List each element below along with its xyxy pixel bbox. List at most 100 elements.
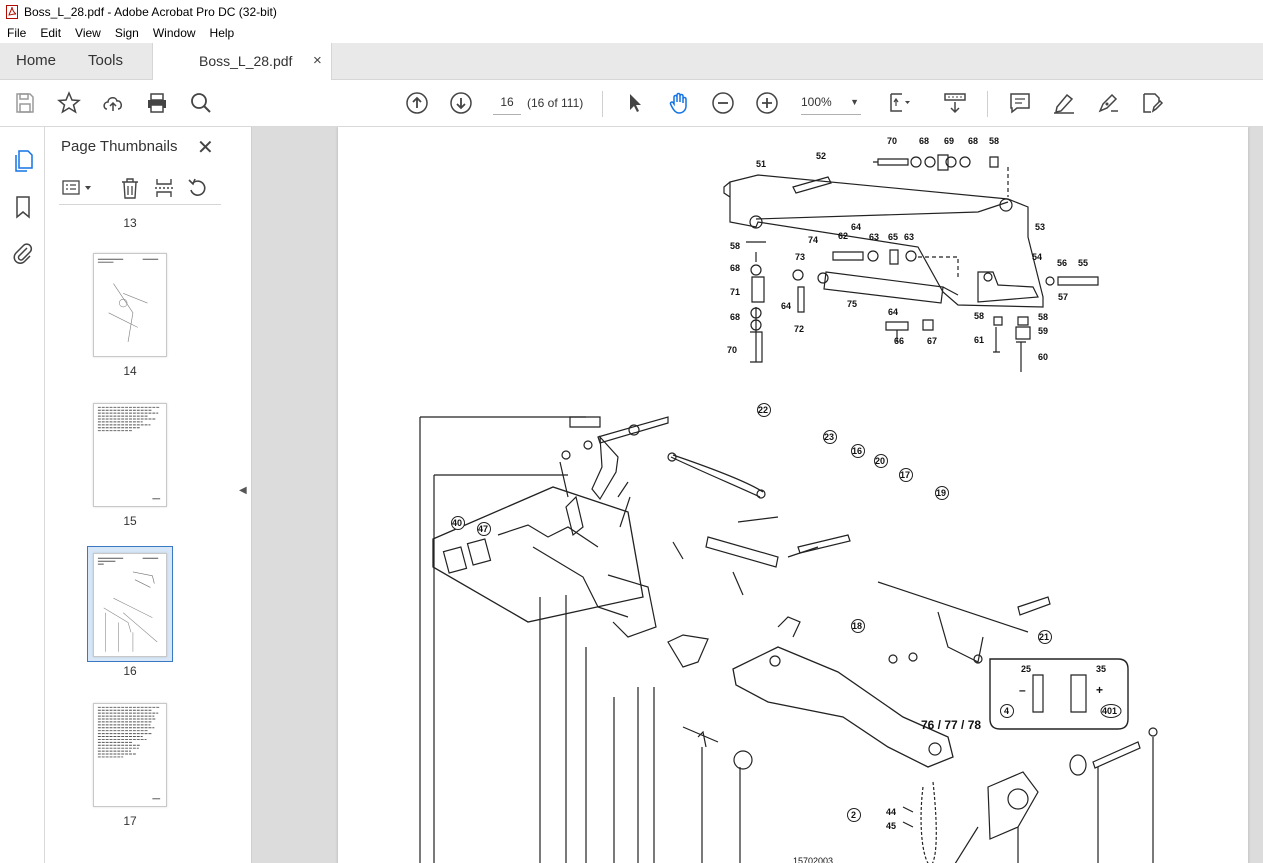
callout-20: 20 (874, 454, 888, 468)
label-66: 66 (894, 336, 904, 346)
insert-page-icon[interactable] (153, 177, 175, 199)
acrobat-logo-icon (6, 4, 18, 19)
label-68: 68 (730, 312, 740, 322)
label-75: 75 (847, 299, 857, 309)
callout-47: 47 (477, 522, 491, 536)
toolbar-divider (602, 91, 603, 117)
label-76-77-78: 76 / 77 / 78 (921, 718, 981, 732)
scrolling-mode-icon[interactable] (943, 91, 967, 115)
comment-icon[interactable] (1008, 91, 1032, 115)
label-68: 68 (919, 136, 929, 146)
callout-40: 40 (451, 516, 465, 530)
menu-help[interactable]: Help (203, 26, 242, 40)
cloud-upload-icon[interactable] (101, 91, 125, 115)
panel-collapse-handle[interactable]: ◀ (235, 127, 252, 863)
svg-text:40: 40 (452, 518, 462, 528)
bookmarks-icon[interactable] (11, 195, 35, 219)
previous-page-icon[interactable] (405, 91, 429, 115)
label-58: 58 (730, 241, 740, 251)
tab-home[interactable]: Home (16, 43, 56, 79)
save-icon[interactable] (13, 91, 37, 115)
tab-bar: Home Tools Boss_L_28.pdf × (0, 43, 1263, 81)
document-view[interactable]: 51 52 70 68 69 68 58 53 74 62 64 63 65 6… (252, 127, 1263, 863)
highlight-pen-icon[interactable] (1052, 91, 1076, 115)
bookmark-star-icon[interactable] (57, 91, 81, 115)
inset-callout-401: 401 (1100, 704, 1122, 718)
window-title: Boss_L_28.pdf - Adobe Acrobat Pro DC (32… (24, 4, 277, 19)
delete-page-icon[interactable] (119, 177, 141, 199)
page-fit-icon[interactable] (888, 91, 912, 115)
label-64: 64 (888, 307, 898, 317)
left-navigation-rail (0, 127, 45, 863)
svg-text:22: 22 (758, 405, 768, 415)
svg-text:47: 47 (478, 524, 488, 534)
search-zoom-icon[interactable] (189, 91, 213, 115)
next-page-icon[interactable] (449, 91, 473, 115)
select-cursor-icon[interactable] (623, 91, 647, 115)
thumbnail-label: 13 (123, 217, 137, 230)
label-67: 67 (927, 336, 937, 346)
thumbnail-label: 16 (123, 664, 137, 678)
close-panel-icon[interactable]: ✕ (197, 135, 214, 160)
thumbnail-page-14[interactable] (93, 253, 167, 357)
thumbnail-list: 13 14 15 16 17 (45, 217, 213, 857)
label-55: 55 (1078, 258, 1088, 268)
menu-file[interactable]: File (0, 26, 33, 40)
menu-sign[interactable]: Sign (108, 26, 146, 40)
inset-minus: – (1019, 683, 1026, 697)
label-58: 58 (989, 136, 999, 146)
label-51: 51 (756, 159, 766, 169)
page-thumbnails-icon[interactable] (11, 149, 35, 173)
svg-text:4: 4 (1004, 706, 1009, 716)
label-56: 56 (1057, 258, 1067, 268)
label-45: 45 (886, 821, 896, 831)
label-64: 64 (781, 301, 791, 311)
label-63: 63 (904, 232, 914, 242)
thumbnail-page-17[interactable] (93, 703, 167, 807)
label-70: 70 (887, 136, 897, 146)
label-68: 68 (730, 263, 740, 273)
page-number-input[interactable]: 16 (493, 90, 521, 115)
zoom-level-select[interactable]: 100% ▼ (801, 90, 861, 115)
rotate-page-icon[interactable] (187, 177, 209, 199)
attachments-icon[interactable] (11, 241, 35, 265)
label-44: 44 (886, 807, 896, 817)
label-63: 63 (869, 232, 879, 242)
svg-text:17: 17 (900, 470, 910, 480)
svg-text:2: 2 (851, 810, 856, 820)
tab-tools[interactable]: Tools (88, 43, 123, 79)
page-count: (16 of 111) (527, 96, 584, 110)
label-60: 60 (1038, 352, 1048, 362)
close-tab-icon[interactable]: × (313, 52, 322, 69)
menu-window[interactable]: Window (146, 26, 203, 40)
callout-16: 16 (851, 444, 865, 458)
callout-17: 17 (899, 468, 913, 482)
zoom-out-icon[interactable] (711, 91, 735, 115)
svg-text:19: 19 (936, 488, 946, 498)
document-tab[interactable]: Boss_L_28.pdf × (152, 43, 332, 81)
menu-view[interactable]: View (68, 26, 108, 40)
callout-labels: 51 52 70 68 69 68 58 53 74 62 64 63 65 6… (451, 136, 1122, 863)
thumbnail-label: 14 (123, 364, 137, 378)
zoom-in-icon[interactable] (755, 91, 779, 115)
label-57: 57 (1058, 292, 1068, 302)
edit-pdf-icon[interactable] (1140, 91, 1164, 115)
label-71: 71 (730, 287, 740, 297)
thumbnail-page-15[interactable] (93, 403, 167, 507)
label-70: 70 (727, 345, 737, 355)
toolbar-divider (987, 91, 988, 117)
svg-text:18: 18 (852, 621, 862, 631)
svg-text:20: 20 (875, 456, 885, 466)
label-52: 52 (816, 151, 826, 161)
label-69: 69 (944, 136, 954, 146)
print-icon[interactable] (145, 91, 169, 115)
menu-edit[interactable]: Edit (33, 26, 68, 40)
panel-title: Page Thumbnails (61, 138, 178, 155)
thumbnail-page-16[interactable] (93, 553, 167, 657)
document-tab-title: Boss_L_28.pdf (199, 53, 293, 69)
fill-sign-icon[interactable] (1096, 91, 1120, 115)
hand-tool-icon[interactable] (667, 91, 691, 115)
thumbnail-options-icon[interactable] (61, 177, 95, 199)
svg-text:401: 401 (1102, 706, 1117, 716)
chevron-down-icon: ▼ (850, 97, 859, 107)
